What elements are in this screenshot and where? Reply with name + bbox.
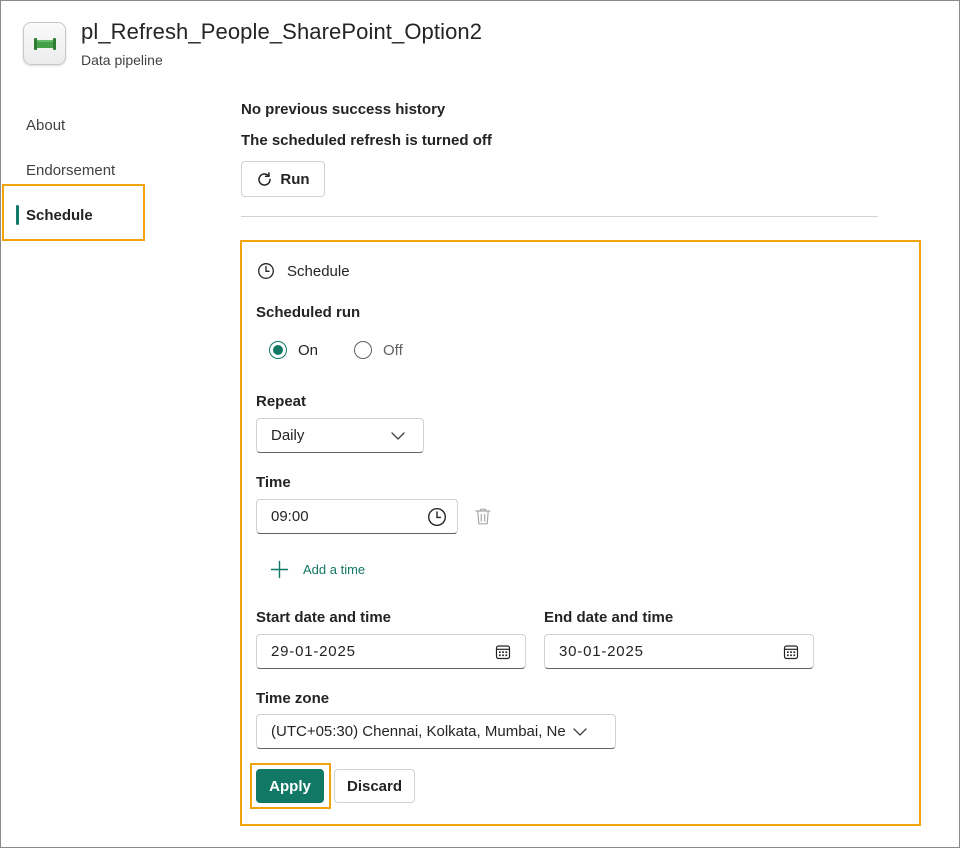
end-date-label: End date and time	[544, 609, 674, 626]
timezone-value: (UTC+05:30) Chennai, Kolkata, Mumbai, Ne	[271, 723, 566, 740]
history-status-text: No previous success history	[241, 101, 446, 118]
start-date-input[interactable]: 29-01-2025	[256, 634, 526, 669]
radio-on-label: On	[298, 342, 319, 359]
time-label: Time	[256, 474, 291, 491]
apply-button-label: Apply	[269, 777, 311, 795]
discard-button-label: Discard	[346, 777, 403, 795]
active-tab-indicator	[16, 205, 19, 225]
add-time-button[interactable]: Add a time	[270, 560, 365, 579]
repeat-label: Repeat	[256, 393, 307, 410]
radio-off[interactable]	[354, 341, 372, 359]
repeat-dropdown[interactable]: Daily	[256, 418, 424, 453]
page-title: pl_Refresh_People_SharePoint_Option2	[81, 19, 483, 44]
sidebar-item-about[interactable]: About	[26, 117, 65, 134]
divider	[241, 216, 878, 217]
clock-icon	[257, 262, 275, 280]
schedule-section-title: Schedule	[287, 263, 350, 280]
timezone-dropdown[interactable]: (UTC+05:30) Chennai, Kolkata, Mumbai, Ne	[256, 714, 616, 749]
end-date-input[interactable]: 30-01-2025	[544, 634, 814, 669]
run-button[interactable]: Run	[241, 161, 325, 197]
time-input[interactable]: 09:00	[256, 499, 458, 534]
delete-icon[interactable]	[474, 507, 492, 526]
run-button-label: Run	[280, 170, 310, 188]
chevron-down-icon	[573, 727, 587, 736]
add-icon	[270, 560, 289, 579]
add-time-label: Add a time	[303, 562, 366, 577]
repeat-value: Daily	[271, 427, 305, 444]
pipeline-icon	[23, 22, 66, 65]
scheduled-run-label: Scheduled run	[256, 304, 361, 321]
page-subtitle: Data pipeline	[81, 52, 163, 68]
apply-button[interactable]: Apply	[256, 769, 324, 803]
radio-on[interactable]	[269, 341, 287, 359]
sidebar-item-endorsement[interactable]: Endorsement	[26, 162, 115, 179]
refresh-icon	[256, 171, 273, 188]
calendar-icon	[495, 644, 511, 660]
time-clock-icon	[427, 507, 447, 527]
sidebar-item-schedule[interactable]: Schedule	[26, 207, 93, 224]
start-date-label: Start date and time	[256, 609, 392, 626]
time-value: 09:00	[271, 508, 309, 525]
calendar-icon	[783, 644, 799, 660]
discard-button[interactable]: Discard	[334, 769, 415, 803]
chevron-down-icon	[391, 431, 405, 440]
timezone-label: Time zone	[256, 690, 330, 707]
radio-off-label: Off	[383, 342, 403, 359]
refresh-status-text: The scheduled refresh is turned off	[241, 132, 492, 149]
start-date-value: 29-01-2025	[271, 643, 356, 660]
end-date-value: 30-01-2025	[559, 643, 644, 660]
